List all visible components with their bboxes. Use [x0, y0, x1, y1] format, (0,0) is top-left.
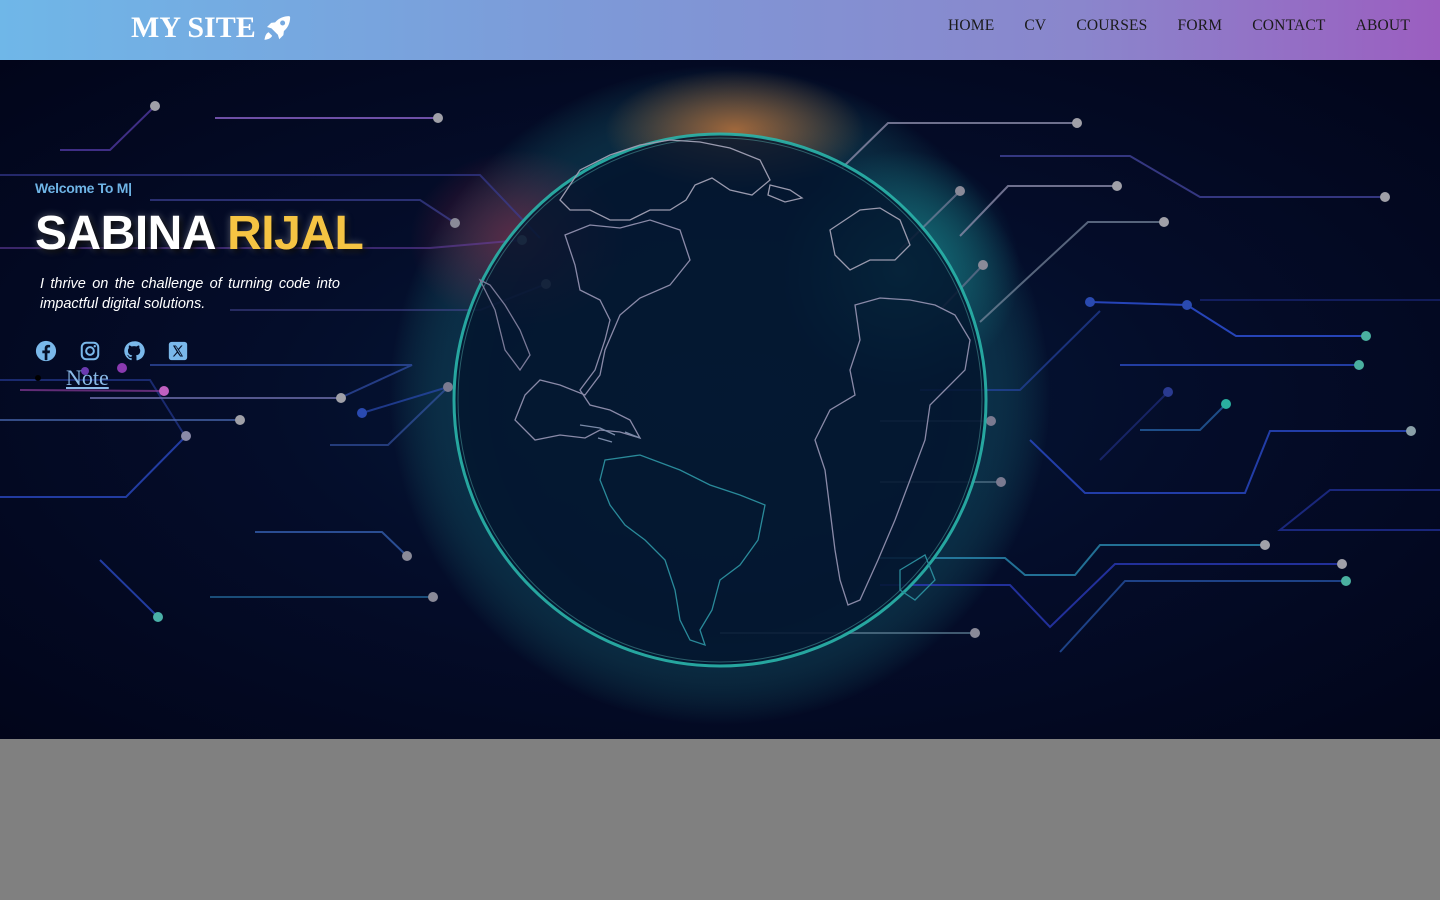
note-link[interactable]: Note [66, 365, 109, 391]
welcome-text: Welcome To M| [35, 180, 132, 196]
nav-links: HOME CV COURSES FORM CONTACT ABOUT [948, 17, 1410, 35]
nav-courses[interactable]: COURSES [1076, 17, 1147, 35]
hero-text: Welcome To M| SABINA RIJAL I thrive on t… [35, 180, 395, 314]
hero-tagline: I thrive on the challenge of turning cod… [40, 276, 340, 312]
note-list: Note [35, 365, 109, 391]
nav-contact[interactable]: CONTACT [1252, 17, 1325, 35]
brand-text: MY SITE [131, 11, 256, 44]
instagram-icon[interactable] [79, 340, 101, 362]
hero-section: Welcome To M| SABINA RIJAL I thrive on t… [0, 60, 1440, 739]
list-item: Note [35, 365, 109, 391]
first-name: SABINA [35, 207, 215, 260]
hero-name: SABINA RIJAL [35, 206, 395, 262]
x-twitter-icon[interactable] [167, 340, 189, 362]
facebook-icon[interactable] [35, 340, 57, 362]
bullet-icon [35, 375, 41, 381]
last-name: RIJAL [227, 207, 364, 260]
nav-about[interactable]: ABOUT [1356, 17, 1410, 35]
nav-form[interactable]: FORM [1178, 17, 1223, 35]
rocket-icon [264, 16, 290, 40]
navbar: MY SITE HOME CV COURSES FORM CONTACT ABO… [0, 0, 1440, 60]
circuit-globe-background [0, 65, 1440, 725]
github-icon[interactable] [123, 340, 145, 362]
nav-cv[interactable]: CV [1024, 17, 1046, 35]
brand-logo[interactable]: MY SITE [131, 8, 292, 48]
nav-home[interactable]: HOME [948, 17, 994, 35]
page-background-area [0, 739, 1440, 900]
social-links [35, 340, 189, 362]
